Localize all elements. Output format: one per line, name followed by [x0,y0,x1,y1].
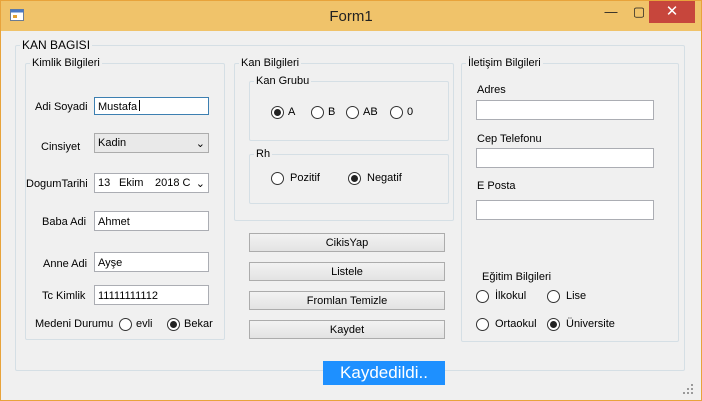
radio-circle [390,106,403,119]
radio-label: 0 [407,106,414,118]
listele-button[interactable]: Listele [249,262,445,281]
window-title: Form1 [329,8,373,25]
tc-kimlik-input[interactable]: 11111111112 [94,285,209,305]
radio-label: Üniversite [566,318,615,330]
radio-circle-checked [348,172,361,185]
tc-kimlik-label: Tc Kimlik [42,290,86,302]
cinsiyet-value: Kadin [98,137,127,149]
adres-label: Adres [477,84,506,96]
radio-label: Negatif [367,172,402,184]
kan-grubu-legend: Kan Grubu [254,75,312,88]
dogum-month: Ekim [119,177,144,189]
close-button[interactable]: ✕ [649,1,695,23]
kan-bilgileri-legend: Kan Bilgileri [239,57,302,70]
radio-circle-checked [547,318,560,331]
radio-label: Bekar [184,318,213,330]
radio-label: B [328,106,336,118]
anne-adi-input[interactable]: Ayşe [94,252,209,272]
baba-adi-label: Baba Adi [42,216,87,228]
radio-circle [547,290,560,303]
baba-adi-input[interactable]: Ahmet [94,211,209,231]
formlari-temizle-button[interactable]: Fromlan Temizle [249,291,445,310]
radio-label: Lise [566,290,587,302]
anne-adi-label: Anne Adi [43,258,88,270]
chevron-down-icon: ⌄ [195,178,205,190]
dogum-tarihi-label: DogumTarihi [26,178,88,190]
ad-soyad-input[interactable]: Mustafa [94,97,209,115]
kimlik-bilgileri-legend: Kimlik Bilgileri [30,57,102,70]
radio-label: evli [136,318,153,330]
radio-label: Ortaokul [495,318,537,330]
cikis-yap-button[interactable]: CikisYap [249,233,445,252]
radio-label: İlkokul [495,290,527,302]
kan-bagisi-legend: KAN BAGISI [20,38,93,52]
radio-circle-checked [271,106,284,119]
radio-circle [476,318,489,331]
radio-circle [311,106,324,119]
radio-circle-checked [167,318,180,331]
radio-circle [271,172,284,185]
cep-telefonu-input[interactable] [476,148,654,168]
dogum-year: 2018 C [155,177,191,189]
rh-legend: Rh [254,148,273,161]
radio-label: Pozitif [290,172,320,184]
cep-telefonu-label: Cep Telefonu [477,133,542,145]
cinsiyet-label: Cinsiyet [41,141,81,153]
adres-input[interactable] [476,100,654,120]
dogum-tarihi-picker[interactable]: 13 Ekim 2018 C ⌄ [94,173,209,193]
form-window: Form1 — ▢ ✕ KAN BAGISI Kimlik Bilgileri … [0,0,702,401]
radio-label: A [288,106,296,118]
status-label: Kaydedildi.. [323,361,445,385]
ad-soyad-value: Mustafa [98,101,138,113]
text-caret [139,100,141,111]
radio-label: AB [363,106,378,118]
kaydet-button[interactable]: Kaydet [249,320,445,339]
radio-circle [476,290,489,303]
title-bar[interactable]: Form1 — ▢ ✕ [1,1,701,31]
iletisim-bilgileri-legend: İletişim Bilgileri [466,57,543,70]
medeni-durumu-label: Medeni Durumu [35,318,114,330]
minimize-button[interactable]: — [598,1,624,23]
resize-grip-icon[interactable] [683,384,693,394]
e-posta-input[interactable] [476,200,654,220]
cinsiyet-select[interactable]: Kadin ⌄ [94,133,209,153]
radio-circle [119,318,132,331]
ad-soyad-label: Adi Soyadi [35,101,88,113]
e-posta-label: E Posta [477,180,516,192]
radio-circle [346,106,359,119]
chevron-down-icon: ⌄ [195,138,205,150]
dogum-day: 13 [98,177,111,189]
egitim-bilgileri-label: Eğitim Bilgileri [482,271,552,283]
